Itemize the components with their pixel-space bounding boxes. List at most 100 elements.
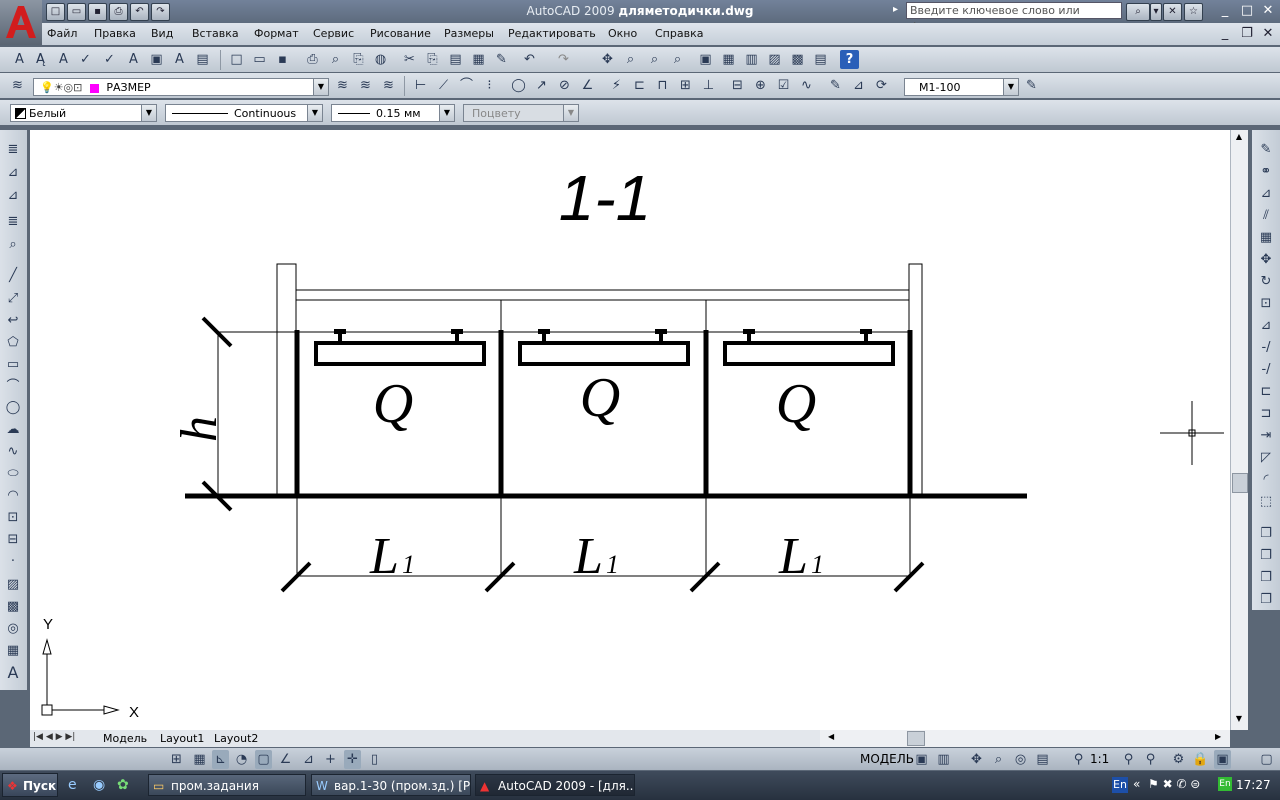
region-icon[interactable]: ◎	[3, 619, 23, 639]
scroll-up-icon[interactable]: ▲	[1233, 132, 1245, 144]
quick-dim-icon[interactable]: ⚡	[607, 76, 626, 95]
inspection-icon[interactable]: ☑	[774, 76, 793, 95]
favorites-star-icon[interactable]: ☆	[1184, 3, 1203, 21]
osnap-tracking-icon[interactable]: ∠	[277, 750, 294, 769]
expand-arrow-icon[interactable]: ▸	[893, 4, 898, 15]
draw-order-front-icon[interactable]: ❐	[1256, 524, 1276, 544]
mirror-icon[interactable]: ⊿	[1256, 184, 1276, 204]
qnew-icon[interactable]: □	[227, 50, 246, 69]
help-icon[interactable]: ?	[840, 50, 859, 69]
text-scale-icon[interactable]: A	[124, 50, 143, 69]
markup-icon[interactable]: ▩	[788, 50, 807, 69]
zoom-realtime-icon[interactable]: ⌕	[621, 50, 640, 69]
snap-mode-icon[interactable]: ⊞	[168, 750, 185, 769]
break-at-point-icon[interactable]: ⊏	[1256, 382, 1276, 402]
menu-edit[interactable]: Правка	[94, 27, 136, 40]
tab-nav-first-icon[interactable]: |◀ ◀ ▶ ▶|	[33, 732, 75, 742]
text-justify-icon[interactable]: ▣	[147, 50, 166, 69]
menu-window[interactable]: Окно	[608, 27, 637, 40]
match-properties-icon[interactable]: ▦	[469, 50, 488, 69]
plot-icon[interactable]: ⎙	[303, 50, 322, 69]
quickcalc-icon[interactable]: ▤	[811, 50, 830, 69]
erase-icon[interactable]: ✎	[1256, 140, 1276, 160]
tray-app-icons[interactable]: ⚑ ✖ ✆ ⊜	[1148, 777, 1200, 791]
design-center-icon[interactable]: ▦	[719, 50, 738, 69]
menu-format[interactable]: Формат	[254, 27, 299, 40]
construction-line-icon[interactable]: ⤢	[3, 289, 23, 309]
autocad-logo-button[interactable]	[0, 0, 42, 45]
dim-linear-icon[interactable]: ⊢	[411, 76, 430, 95]
new-file-icon[interactable]: □	[46, 3, 65, 21]
vertical-scrollbar[interactable]: ▲ ▼	[1230, 130, 1248, 730]
crane-2[interactable]	[518, 329, 690, 366]
zoom-previous-icon[interactable]: ⌕	[668, 50, 687, 69]
scroll-down-icon[interactable]: ▼	[1233, 714, 1245, 726]
text-convert-icon[interactable]: ▤	[193, 50, 212, 69]
menu-tools[interactable]: Сервис	[313, 27, 354, 40]
model-space-label[interactable]: МОДЕЛЬ	[860, 752, 914, 766]
menu-draw[interactable]: Рисование	[370, 27, 431, 40]
draw-order-below-icon[interactable]: ❐	[1256, 590, 1276, 610]
annotation-scale-value[interactable]: 1:1	[1090, 752, 1109, 766]
search-icon[interactable]: ⌕	[1126, 3, 1150, 21]
fillet-icon[interactable]: ◜	[1256, 470, 1276, 490]
hatch-icon[interactable]: ▨	[3, 575, 23, 595]
zoom-status-icon[interactable]: ⌕	[990, 750, 1007, 769]
vertical-scroll-thumb[interactable]	[1232, 473, 1248, 493]
linetype-dropdown[interactable]: Continuous ▼	[165, 104, 323, 122]
make-layer-current-icon[interactable]: ≋	[333, 76, 352, 95]
draw-order-above-icon[interactable]: ❐	[1256, 568, 1276, 588]
plot-preview-icon[interactable]: ⌕	[326, 50, 345, 69]
doc-restore-button[interactable]: ❐	[1238, 26, 1256, 42]
undo-toolbar-icon[interactable]: ↶	[520, 50, 539, 69]
communication-center-icon[interactable]: ✕	[1163, 3, 1182, 21]
stretch-icon[interactable]: ⊿	[1256, 316, 1276, 336]
pan-icon[interactable]: ✥	[598, 50, 617, 69]
polyline-icon[interactable]: ↩	[3, 311, 23, 331]
lock-toolbars-icon[interactable]: 🔒	[1192, 750, 1209, 769]
open-file-icon[interactable]: ▭	[67, 3, 86, 21]
status-menu-icon[interactable]: ▢	[1258, 750, 1275, 769]
object-snap-icon[interactable]: ▢	[255, 750, 272, 769]
ortho-mode-icon[interactable]: ⊾	[212, 750, 229, 769]
browser-quicklaunch-icon[interactable]: ◉	[93, 777, 105, 793]
dim-baseline-icon[interactable]: ⊏	[630, 76, 649, 95]
gradient-icon[interactable]: ▩	[3, 597, 23, 617]
start-button[interactable]: ❖ Пуск	[2, 773, 58, 797]
quick-properties-icon[interactable]: ▯	[366, 750, 383, 769]
dim-ordinate-icon[interactable]: ⁝	[480, 76, 499, 95]
insert-block-icon[interactable]: ⊡	[3, 508, 23, 528]
table-icon[interactable]: ▦	[3, 641, 23, 661]
point-icon[interactable]: ·	[3, 552, 23, 572]
ellipse-icon[interactable]: ⬭	[3, 464, 23, 484]
array-icon[interactable]: ▦	[1256, 228, 1276, 248]
explode-icon[interactable]: ⬚	[1256, 492, 1276, 512]
app-quicklaunch-icon[interactable]: ✿	[117, 777, 129, 793]
dim-text-edit-icon[interactable]: ⊿	[849, 76, 868, 95]
crane-1[interactable]	[314, 329, 486, 366]
minimize-window-button[interactable]: _	[1216, 3, 1234, 19]
horizontal-scroll-thumb[interactable]	[907, 731, 925, 746]
text-edit-icon[interactable]: Ą	[31, 50, 50, 69]
showmotion-icon[interactable]: ▤	[1034, 750, 1051, 769]
color-dropdown[interactable]: Белый ▼	[10, 104, 157, 122]
tray-en-icon[interactable]: En	[1218, 777, 1232, 791]
doc-minimize-button[interactable]: _	[1216, 26, 1234, 42]
layer-states-icon[interactable]: ≋	[379, 76, 398, 95]
layer-walk-icon[interactable]: ⌕	[3, 235, 23, 255]
extend-icon[interactable]: -/	[1256, 360, 1276, 380]
find-text-icon[interactable]: A	[54, 50, 73, 69]
redo-icon[interactable]: ↷	[151, 3, 170, 21]
trim-icon[interactable]: -/	[1256, 338, 1276, 358]
annotation-scale-icon[interactable]: ⚲	[1070, 750, 1087, 769]
copy-object-icon[interactable]: ⚭	[1256, 162, 1276, 182]
tab-layout1[interactable]: Layout1	[160, 732, 204, 745]
dim-update-icon[interactable]: ⟳	[872, 76, 891, 95]
polar-tracking-icon[interactable]: ◔	[233, 750, 250, 769]
tool-palettes-icon[interactable]: ▥	[742, 50, 761, 69]
linetype-arrow-icon[interactable]: ▼	[307, 105, 322, 121]
sheet-set-icon[interactable]: ▨	[765, 50, 784, 69]
quick-view-drawings-icon[interactable]: ▥	[935, 750, 952, 769]
jogged-linear-icon[interactable]: ∿	[797, 76, 816, 95]
dim-break-icon[interactable]: ⊥	[699, 76, 718, 95]
